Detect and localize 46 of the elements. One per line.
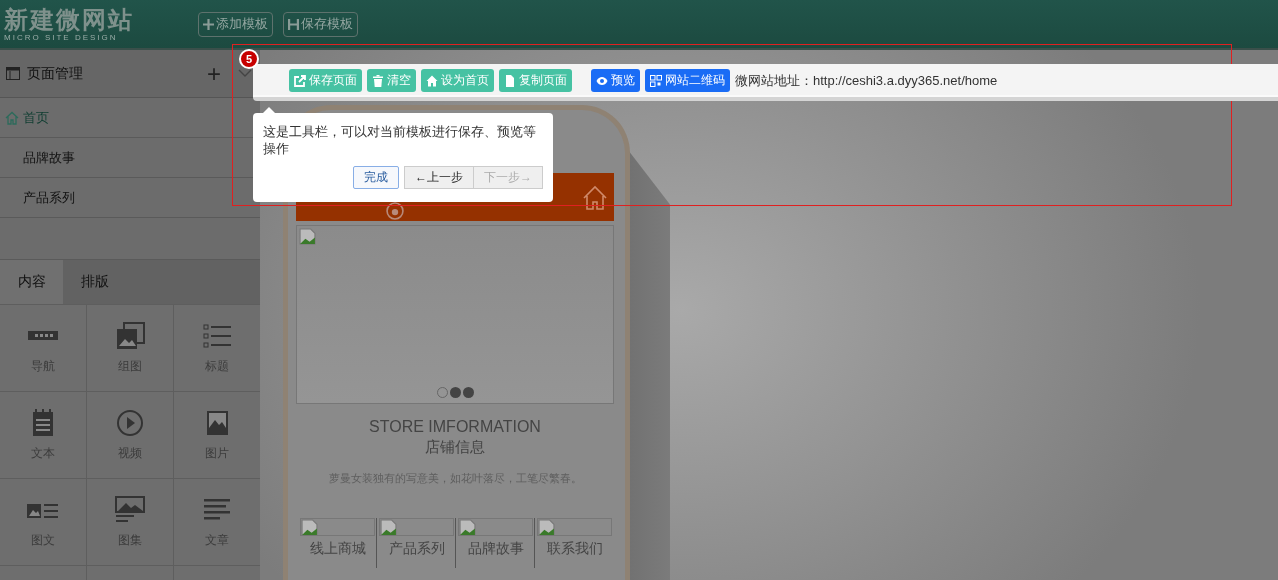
carousel-dot[interactable] xyxy=(462,387,474,398)
store-subtitle: 店铺信息 xyxy=(424,438,486,457)
add-template-button[interactable]: 添加模板 xyxy=(198,11,273,37)
home-icon xyxy=(582,185,608,211)
add-page-button[interactable]: + xyxy=(207,61,221,86)
list-icon xyxy=(201,321,233,350)
toolbar-button[interactable]: 网站二维码 xyxy=(645,69,730,92)
share-icon xyxy=(294,74,306,87)
save-template-button[interactable]: 保存模板 xyxy=(283,11,358,37)
broken-image-icon xyxy=(299,228,316,245)
panel-tab[interactable]: 排版 xyxy=(63,260,126,304)
toolbar-button[interactable]: 保存页面 xyxy=(289,69,362,92)
qr-code-icon xyxy=(650,74,662,87)
plus-icon xyxy=(203,18,214,30)
toolbar-button[interactable]: 设为首页 xyxy=(421,69,494,92)
file-icon xyxy=(504,74,516,87)
phone-nav-item[interactable]: 品牌故事 xyxy=(456,518,535,570)
step-button[interactable]: ←上一步 xyxy=(404,166,474,189)
phone-nav-item[interactable]: 产品系列 xyxy=(377,518,456,570)
done-button[interactable]: 完成 xyxy=(353,166,399,189)
logo-subtitle: MICRO SITE DESIGN xyxy=(4,32,119,42)
window-icon xyxy=(6,67,20,80)
play-icon xyxy=(114,408,146,437)
panel-tab[interactable]: 内容 xyxy=(0,260,63,304)
chevron-down-icon[interactable] xyxy=(238,69,252,78)
image-stack-icon xyxy=(114,321,146,350)
broken-image-icon xyxy=(459,519,476,536)
page-manager-title: 页面管理 xyxy=(27,64,84,83)
store-title: STORE IMFORMATION xyxy=(368,418,542,436)
eye-icon xyxy=(596,74,608,87)
image-caption-icon xyxy=(114,495,146,524)
home-icon xyxy=(426,74,438,87)
logo-icon xyxy=(386,202,404,220)
toolbar-button[interactable]: 清空 xyxy=(367,69,416,92)
logo-title: 新建微网站 xyxy=(4,6,135,33)
broken-image-icon xyxy=(380,519,397,536)
home-icon xyxy=(5,110,19,125)
toolbar-button[interactable]: 复制页面 xyxy=(499,69,572,92)
site-address: 微网站地址：http://ceshi3.a.dyy365.net/home xyxy=(735,71,998,90)
tour-text: 这是工具栏，可以对当前模板进行保存、预览等操作 xyxy=(263,123,537,157)
toolbar-button[interactable]: 预览 xyxy=(591,69,640,92)
broken-image-icon xyxy=(538,519,555,536)
broken-image-icon xyxy=(301,519,318,536)
phone-nav-item[interactable]: 联系我们 xyxy=(535,518,614,570)
trash-icon xyxy=(372,74,384,87)
carousel-dot[interactable] xyxy=(449,387,461,398)
